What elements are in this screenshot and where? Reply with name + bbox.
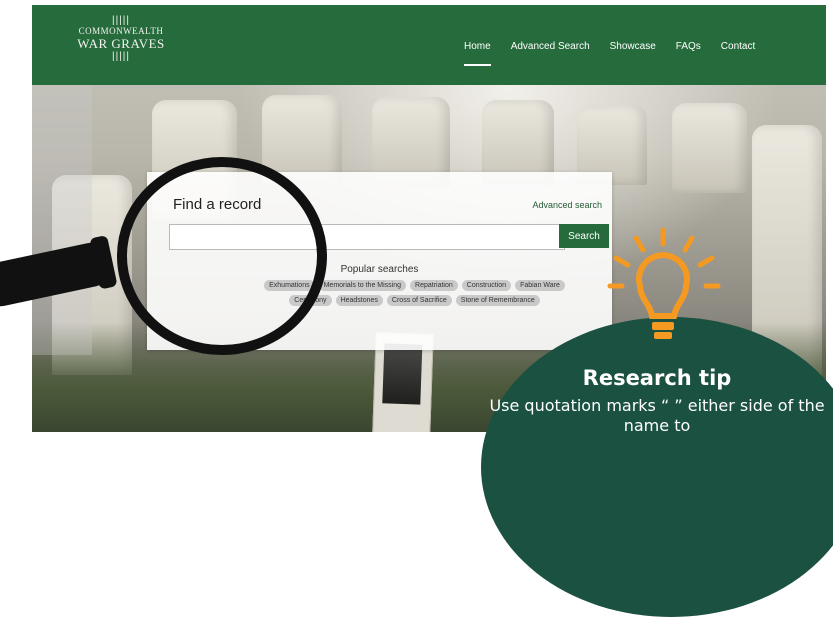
chip-headstones[interactable]: Headstones [335, 295, 383, 306]
panel-title: Find a record [173, 196, 262, 213]
popular-searches-title: Popular searches [340, 264, 419, 275]
nav-showcase[interactable]: Showcase [610, 41, 656, 52]
chip-fabian-ware[interactable]: Fabian Ware [515, 280, 565, 291]
logo-bars-bottom: ||||| [112, 51, 130, 62]
nav-advanced-search[interactable]: Advanced Search [511, 41, 590, 52]
main-nav: Home Advanced Search Showcase FAQs Conta… [464, 41, 775, 66]
logo-bars-top: ||||| [112, 15, 130, 26]
nav-faqs[interactable]: FAQs [676, 41, 701, 52]
nav-contact[interactable]: Contact [721, 41, 755, 52]
chip-construction[interactable]: Construction [461, 280, 512, 291]
chip-exhumations[interactable]: Exhumations [264, 280, 315, 291]
research-tip-text: Use quotation marks “ ” either side of t… [489, 396, 825, 435]
advanced-search-link[interactable]: Advanced search [532, 200, 602, 210]
research-tip-title: Research tip [582, 366, 732, 390]
search-input[interactable] [169, 224, 565, 250]
cwgc-logo[interactable]: ||||| COMMONWEALTH WAR GRAVES ||||| [56, 15, 186, 62]
research-tip-bubble [481, 317, 833, 617]
lightbulb-icon [607, 227, 721, 339]
chip-stone-of-remembrance[interactable]: Stone of Remembrance [455, 295, 540, 306]
logo-line-2: WAR GRAVES [77, 36, 165, 51]
screenshot-frame: ||||| COMMONWEALTH WAR GRAVES ||||| Home… [0, 0, 833, 617]
chip-cross-of-sacrifice[interactable]: Cross of Sacrifice [386, 295, 452, 306]
left-overlay-strip [32, 85, 92, 355]
chip-memorials-to-the-missing[interactable]: Memorials to the Missing [318, 280, 407, 291]
headstone [672, 103, 747, 193]
popular-searches-list: Exhumations Memorials to the Missing Rep… [247, 280, 582, 306]
chip-repatriation[interactable]: Repatriation [410, 280, 458, 291]
nav-home[interactable]: Home [464, 41, 491, 66]
site-header: ||||| COMMONWEALTH WAR GRAVES ||||| Home… [32, 5, 826, 85]
find-record-panel: Find a record Advanced search Search Pop… [147, 172, 612, 350]
chip-ceremony[interactable]: Ceremony [289, 295, 332, 306]
